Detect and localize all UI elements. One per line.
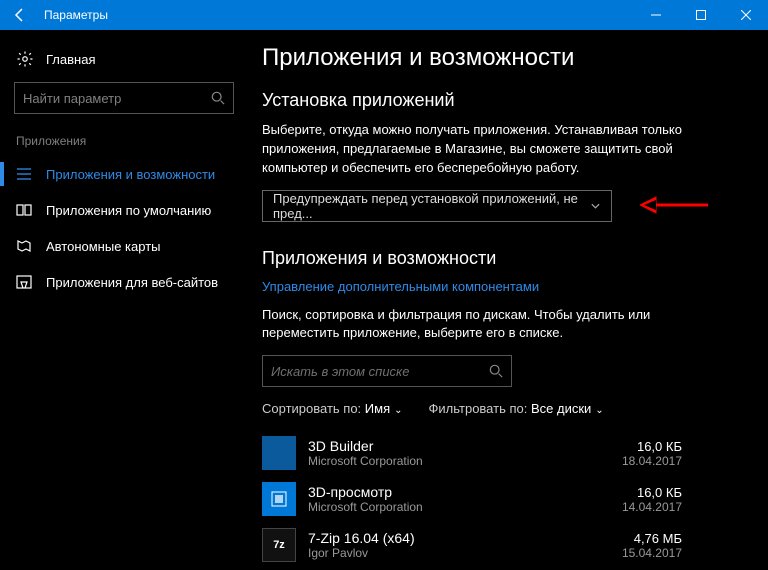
nav-label: Приложения и возможности bbox=[46, 167, 215, 182]
settings-search-input[interactable] bbox=[23, 91, 211, 106]
app-size: 16,0 КБ bbox=[622, 485, 682, 500]
app-size: 16,0 КБ bbox=[622, 439, 682, 454]
annotation-arrow bbox=[640, 193, 710, 217]
app-icon bbox=[262, 482, 296, 516]
app-size: 4,76 МБ bbox=[622, 531, 682, 546]
install-desc: Выберите, откуда можно получать приложен… bbox=[262, 121, 692, 178]
apps-section-title: Приложения и возможности bbox=[262, 248, 752, 269]
sort-value: Имя bbox=[365, 401, 390, 416]
nav-default-apps[interactable]: Приложения по умолчанию bbox=[0, 192, 248, 228]
gear-icon bbox=[16, 50, 34, 68]
app-icon: 7z bbox=[262, 528, 296, 562]
chevron-down-icon: ⌄ bbox=[595, 405, 603, 416]
chevron-down-icon: ⌄ bbox=[394, 405, 402, 416]
page-title: Приложения и возможности bbox=[262, 44, 752, 72]
settings-search[interactable] bbox=[14, 82, 234, 114]
nav-label: Приложения для веб-сайтов bbox=[46, 275, 218, 290]
app-date: 14.04.2017 bbox=[622, 500, 682, 514]
app-row[interactable]: 7z 7-Zip 16.04 (x64)Igor Pavlov 4,76 МБ1… bbox=[262, 522, 682, 568]
app-icon bbox=[262, 436, 296, 470]
chevron-down-icon bbox=[590, 200, 601, 212]
nav-label: Приложения по умолчанию bbox=[46, 203, 211, 218]
app-date: 18.04.2017 bbox=[622, 454, 682, 468]
maximize-button[interactable] bbox=[678, 0, 723, 30]
nav-offline-maps[interactable]: Автономные карты bbox=[0, 228, 248, 264]
app-publisher: Microsoft Corporation bbox=[308, 500, 622, 514]
main-panel: Приложения и возможности Установка прило… bbox=[248, 30, 768, 570]
filter-label: Фильтровать по: bbox=[429, 401, 528, 416]
map-icon bbox=[16, 238, 32, 254]
sort-label: Сортировать по: bbox=[262, 401, 361, 416]
app-list: 3D BuilderMicrosoft Corporation 16,0 КБ1… bbox=[262, 430, 752, 570]
sort-control[interactable]: Сортировать по: Имя ⌄ bbox=[262, 401, 403, 416]
app-row[interactable]: 3D BuilderMicrosoft Corporation 16,0 КБ1… bbox=[262, 430, 682, 476]
back-button[interactable] bbox=[0, 0, 40, 30]
app-list-search-input[interactable] bbox=[271, 364, 489, 379]
app-name: 3D-просмотр bbox=[308, 484, 622, 500]
install-section-title: Установка приложений bbox=[262, 90, 752, 111]
minimize-button[interactable] bbox=[633, 0, 678, 30]
app-list-search[interactable] bbox=[262, 355, 512, 387]
optional-features-link[interactable]: Управление дополнительными компонентами bbox=[262, 279, 539, 294]
window-title: Параметры bbox=[40, 8, 633, 22]
app-publisher: Microsoft Corporation bbox=[308, 454, 622, 468]
app-name: 3D Builder bbox=[308, 438, 622, 454]
filter-value: Все диски bbox=[531, 401, 591, 416]
app-date: 15.04.2017 bbox=[622, 546, 682, 560]
close-button[interactable] bbox=[723, 0, 768, 30]
apps-desc: Поиск, сортировка и фильтрация по дискам… bbox=[262, 306, 692, 344]
app-name: 7-Zip 16.04 (x64) bbox=[308, 530, 622, 546]
home-link[interactable]: Главная bbox=[0, 44, 248, 82]
nav-web-apps[interactable]: Приложения для веб-сайтов bbox=[0, 264, 248, 300]
nav-apps-features[interactable]: Приложения и возможности bbox=[0, 156, 248, 192]
nav-label: Автономные карты bbox=[46, 239, 161, 254]
filter-control[interactable]: Фильтровать по: Все диски ⌄ bbox=[429, 401, 604, 416]
dropdown-value: Предупреждать перед установкой приложени… bbox=[273, 191, 590, 221]
search-icon bbox=[489, 364, 503, 378]
install-source-dropdown[interactable]: Предупреждать перед установкой приложени… bbox=[262, 190, 612, 222]
website-icon bbox=[16, 274, 32, 290]
list-icon bbox=[16, 166, 32, 182]
home-label: Главная bbox=[46, 52, 95, 67]
sidebar: Главная Приложения Приложения и возможно… bbox=[0, 30, 248, 570]
search-icon bbox=[211, 91, 225, 105]
section-label: Приложения bbox=[0, 132, 248, 156]
defaults-icon bbox=[16, 202, 32, 218]
app-row[interactable]: 3D-просмотрMicrosoft Corporation 16,0 КБ… bbox=[262, 476, 682, 522]
app-publisher: Igor Pavlov bbox=[308, 546, 622, 560]
titlebar: Параметры bbox=[0, 0, 768, 30]
